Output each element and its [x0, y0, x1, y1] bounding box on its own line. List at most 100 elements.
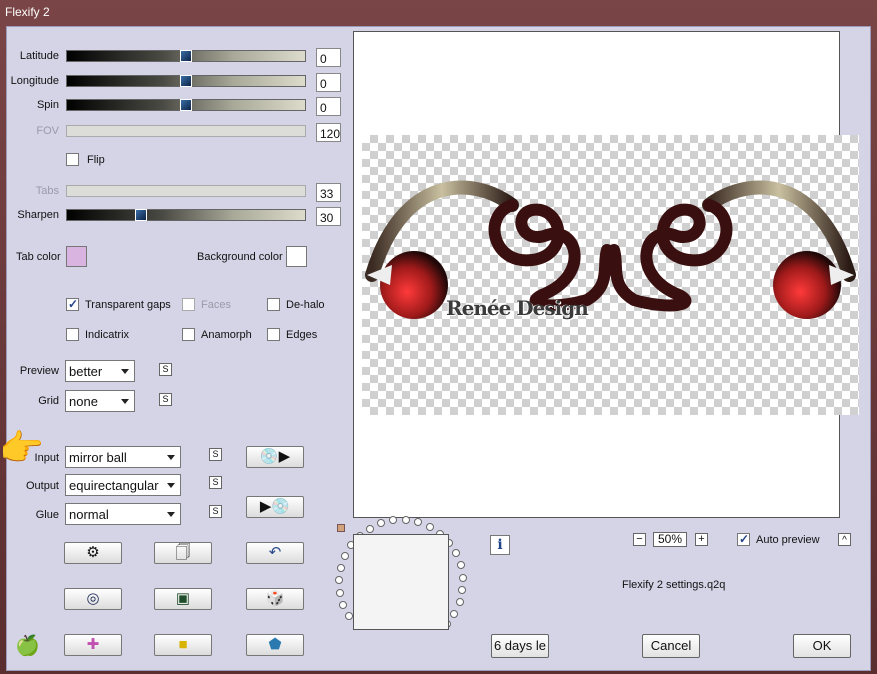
latitude-slider[interactable]	[66, 50, 306, 62]
preview-quality-label: Preview	[19, 365, 59, 377]
output-label: Output	[25, 480, 59, 492]
glue-select[interactable]: normal	[65, 503, 181, 525]
fov-label: FOV	[36, 125, 59, 137]
faces-checkbox	[182, 298, 195, 311]
longitude-slider-thumb[interactable]	[180, 75, 192, 87]
cross-button[interactable]: ✚	[64, 634, 122, 656]
chevron-down-icon	[121, 369, 129, 374]
preview-s-button[interactable]: S	[159, 363, 172, 376]
longitude-value[interactable]: 0	[316, 73, 341, 92]
background-color-swatch[interactable]	[286, 246, 307, 267]
tab-color-swatch[interactable]	[66, 246, 87, 267]
trial-days-button[interactable]: 6 days le	[491, 634, 549, 658]
edges-checkbox[interactable]	[267, 328, 280, 341]
zoom-out-button[interactable]: −	[633, 533, 646, 546]
spin-value[interactable]: 0	[316, 97, 341, 116]
save-output-button[interactable]: ▶💿	[246, 496, 304, 518]
grid-s-button[interactable]: S	[159, 393, 172, 406]
grid-label: Grid	[38, 395, 59, 407]
collapse-chevron-button[interactable]: ^	[838, 533, 851, 546]
longitude-slider[interactable]	[66, 75, 306, 87]
navigator-dot	[459, 574, 467, 582]
navigator-dot	[402, 516, 410, 524]
ring-icon: ◎	[86, 590, 100, 607]
zoom-in-button[interactable]: +	[695, 533, 708, 546]
auto-preview-checkbox[interactable]	[737, 532, 750, 546]
transparent-gaps-checkbox[interactable]	[66, 297, 79, 311]
chevron-down-icon	[167, 483, 175, 488]
copy-button[interactable]: 🗍	[154, 542, 212, 564]
glue-value: normal	[69, 507, 109, 522]
de-halo-checkbox[interactable]	[267, 298, 280, 311]
cancel-button[interactable]: Cancel	[642, 634, 700, 658]
dialog-client: Latitude 0 Longitude 0 Spin 0 FOV 120 Fl…	[0, 26, 871, 671]
latitude-label: Latitude	[19, 50, 59, 62]
ring-button[interactable]: ◎	[64, 588, 122, 610]
preview-quality-select[interactable]: better	[65, 360, 135, 382]
grid-select[interactable]: none	[65, 390, 135, 412]
indicatrix-checkbox[interactable]	[66, 328, 79, 341]
preview-watermark: Renée Design	[446, 296, 589, 320]
auto-preview-label: Auto preview	[756, 534, 820, 546]
page-copy-icon: 🗍	[175, 544, 191, 561]
spin-slider-thumb[interactable]	[180, 99, 192, 111]
navigator-dot	[345, 612, 353, 620]
background-color-label: Background color	[197, 251, 283, 263]
input-s-button[interactable]: S	[209, 448, 222, 461]
tabs-value: 33	[316, 183, 341, 202]
gear-ball-icon: ⚙	[86, 544, 100, 561]
undo-button[interactable]: ↶	[246, 542, 304, 564]
navigator-box[interactable]	[353, 534, 449, 630]
indicatrix-label: Indicatrix	[85, 329, 130, 341]
chevron-down-icon	[121, 399, 129, 404]
navigator-handle[interactable]	[337, 524, 345, 532]
info-icon[interactable]: i	[490, 535, 510, 555]
randomize-button[interactable]: ⚙	[64, 542, 122, 564]
navigator-dot	[341, 552, 349, 560]
dice-button[interactable]: 🎲	[246, 588, 304, 610]
preview-canvas[interactable]: Renée Design	[353, 31, 859, 518]
ornament-image	[365, 180, 856, 319]
chevron-down-icon	[167, 455, 175, 460]
navigator-dot	[366, 525, 374, 533]
flexify-window: Flexify 2 Latitude 0 Longitude 0 Spin 0 …	[0, 0, 877, 674]
sharpen-slider[interactable]	[66, 209, 306, 221]
settings-filename: Flexify 2 settings.q2q	[622, 579, 726, 591]
brick-button[interactable]: ■	[154, 634, 212, 656]
navigator-dot	[458, 586, 466, 594]
tab-color-label: Tab color	[16, 251, 61, 263]
flip-label: Flip	[87, 154, 105, 166]
output-s-button[interactable]: S	[209, 476, 222, 489]
spin-slider[interactable]	[66, 99, 306, 111]
sharpen-value[interactable]: 30	[316, 207, 341, 226]
glue-s-button[interactable]: S	[209, 505, 222, 518]
navigator-dot	[426, 523, 434, 531]
ok-button[interactable]: OK	[793, 634, 851, 658]
navigator-dot	[452, 549, 460, 557]
input-select[interactable]: mirror ball	[65, 446, 181, 468]
transparent-gaps-label: Transparent gaps	[85, 299, 171, 311]
dice-icon: 🎲	[265, 590, 285, 607]
disc-play-icon: 💿▶	[259, 448, 291, 465]
pentagon-button[interactable]: ⬟	[246, 634, 304, 656]
flip-checkbox[interactable]	[66, 153, 79, 166]
pink-cross-icon: ✚	[86, 636, 100, 653]
load-input-button[interactable]: 💿▶	[246, 446, 304, 468]
de-halo-label: De-halo	[286, 299, 325, 311]
chevron-down-icon	[167, 512, 175, 517]
brick-icon: ■	[178, 636, 188, 653]
sharpen-slider-thumb[interactable]	[135, 209, 147, 221]
zoom-value[interactable]: 50%	[653, 532, 687, 547]
glue-label: Glue	[35, 509, 59, 521]
tabs-slider	[66, 185, 306, 197]
frame-button[interactable]: ▣	[154, 588, 212, 610]
latitude-slider-thumb[interactable]	[180, 50, 192, 62]
longitude-label: Longitude	[10, 75, 59, 87]
anamorph-label: Anamorph	[201, 329, 252, 341]
preview-quality-value: better	[69, 364, 103, 379]
latitude-value[interactable]: 0	[316, 48, 341, 67]
plugin-logo-icon: 🍏	[15, 635, 40, 657]
anamorph-checkbox[interactable]	[182, 328, 195, 341]
output-select[interactable]: equirectangular	[65, 474, 181, 496]
output-value: equirectangular	[69, 478, 159, 493]
